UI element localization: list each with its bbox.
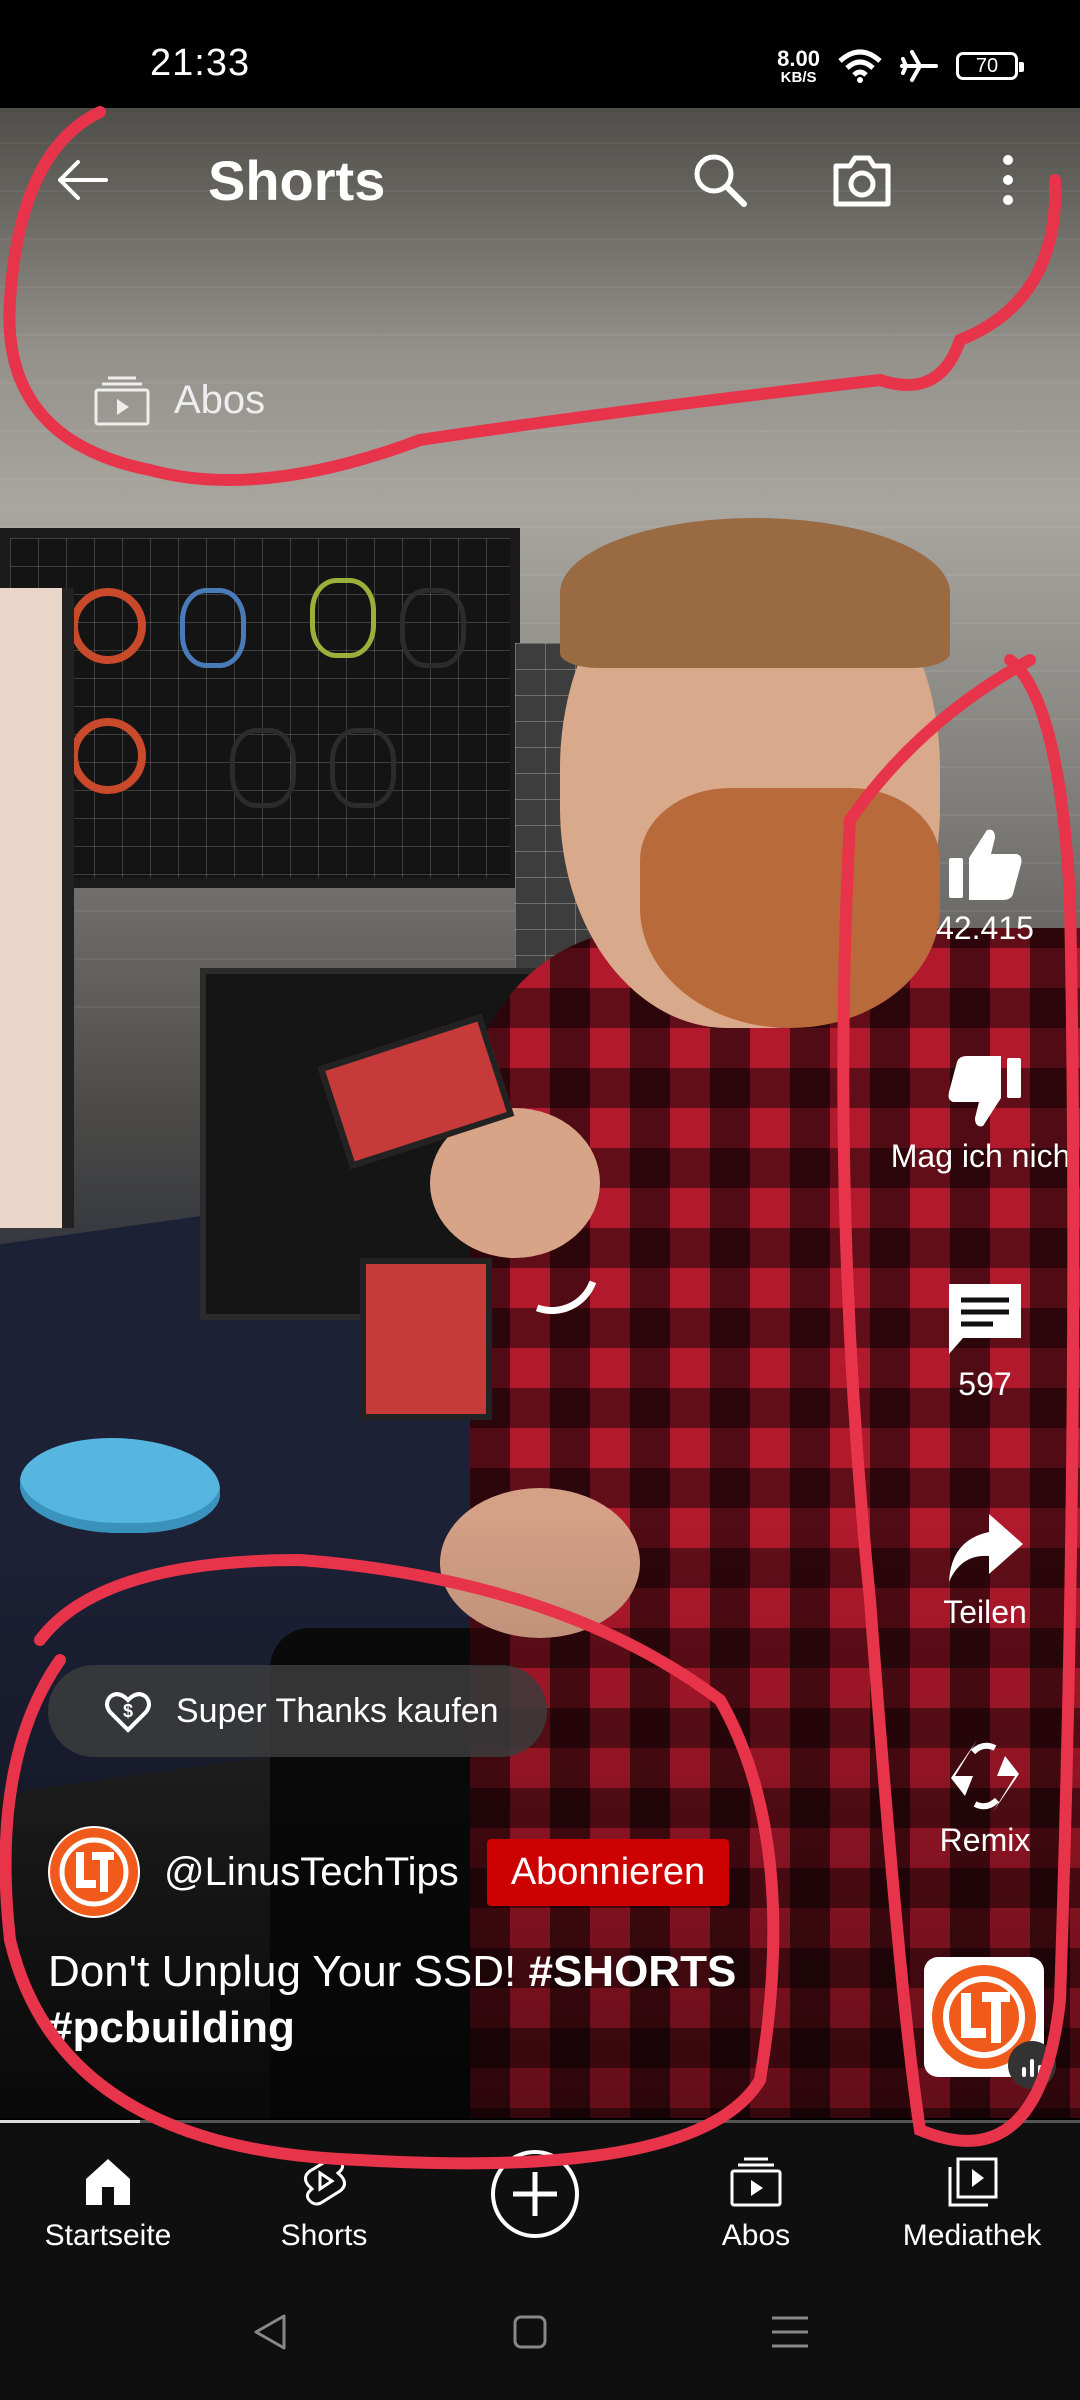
svg-text:$: $ [123,1701,133,1721]
subscriptions-chip-label: Abos [174,377,266,422]
nav-subscriptions-label: Abos [721,2219,791,2252]
network-speed: 8.00 KB/S [777,45,820,86]
speed-value: 8.00 [777,45,820,71]
home-icon [86,2159,130,2205]
system-recents-icon[interactable] [770,2314,810,2350]
ltt-avatar-logo-icon [50,1828,138,1916]
caption-text: Don't Unplug Your SSD! [48,1947,529,1996]
caption-hashtag-shorts[interactable]: #SHORTS [528,1947,736,1996]
remix-icon [951,1740,1019,1812]
remix-label: Remix [939,1822,1031,1858]
wifi-icon [838,49,882,83]
top-bar: Shorts [0,108,1080,258]
nav-library-label: Mediathek [902,2219,1042,2252]
search-icon[interactable] [688,148,752,212]
system-navigation-bar [0,2280,1080,2400]
thumbs-up-icon [949,829,1022,900]
like-count: 42.415 [936,910,1034,946]
channel-avatar[interactable] [48,1826,140,1918]
create-plus-icon [513,2172,557,2216]
subscriptions-chip[interactable]: Abos [92,370,265,430]
remix-button[interactable]: Remix [880,1734,1080,1859]
super-thanks-heart-icon: $ [105,1692,151,1733]
dislike-button[interactable]: Mag ich nicht [880,1050,1080,1175]
comment-count: 597 [958,1366,1012,1402]
back-arrow-icon[interactable] [52,150,112,210]
battery-icon: 70 [956,52,1024,80]
system-back-icon[interactable] [250,2312,290,2352]
subscribe-button[interactable]: Abonnieren [486,1838,730,1906]
nav-home[interactable]: Startseite [0,2153,216,2253]
video-caption[interactable]: Don't Unplug Your SSD! #SHORTS #pcbuildi… [48,1944,808,2056]
super-thanks-label: Super Thanks kaufen [176,1691,499,1730]
comment-icon [949,1284,1021,1354]
channel-handle[interactable]: @LinusTechTips [164,1850,459,1895]
dislike-label: Mag ich nicht [890,1138,1080,1174]
audio-equalizer-icon [1008,2041,1056,2089]
channel-sound-thumbnail[interactable] [924,1957,1056,2089]
comments-button[interactable]: 597 [880,1278,1080,1403]
thumbs-down-icon [948,1056,1021,1127]
nav-subscriptions[interactable]: Abos [648,2153,864,2253]
share-label: Teilen [943,1594,1027,1630]
channel-row: @LinusTechTips Abonnieren [48,1826,730,1918]
create-button[interactable] [491,2150,579,2238]
like-button[interactable]: 42.415 [880,822,1080,947]
caption-hashtag-pcbuilding[interactable]: #pcbuilding [48,2003,295,2052]
status-icons: 8.00 KB/S 70 [777,45,1024,86]
share-button[interactable]: Teilen [880,1506,1080,1631]
status-time: 21:33 [150,42,251,84]
library-icon [948,2157,998,2207]
airplane-icon [900,50,938,82]
page-title: Shorts [208,149,386,212]
subscriptions-icon [94,376,150,426]
more-vert-icon[interactable] [976,148,1040,212]
nav-shorts-label: Shorts [280,2219,368,2252]
subscriptions-nav-icon [730,2157,782,2207]
nav-home-label: Startseite [44,2219,172,2252]
shorts-icon [303,2155,347,2206]
speed-unit: KB/S [780,68,817,86]
share-icon [949,1514,1023,1582]
system-home-icon[interactable] [512,2314,548,2350]
nav-library[interactable]: Mediathek [864,2153,1080,2253]
camera-icon[interactable] [830,148,894,212]
super-thanks-button[interactable]: $ Super Thanks kaufen [48,1665,547,1757]
nav-shorts[interactable]: Shorts [216,2153,432,2253]
status-bar: 21:33 8.00 KB/S 70 [0,0,1080,108]
